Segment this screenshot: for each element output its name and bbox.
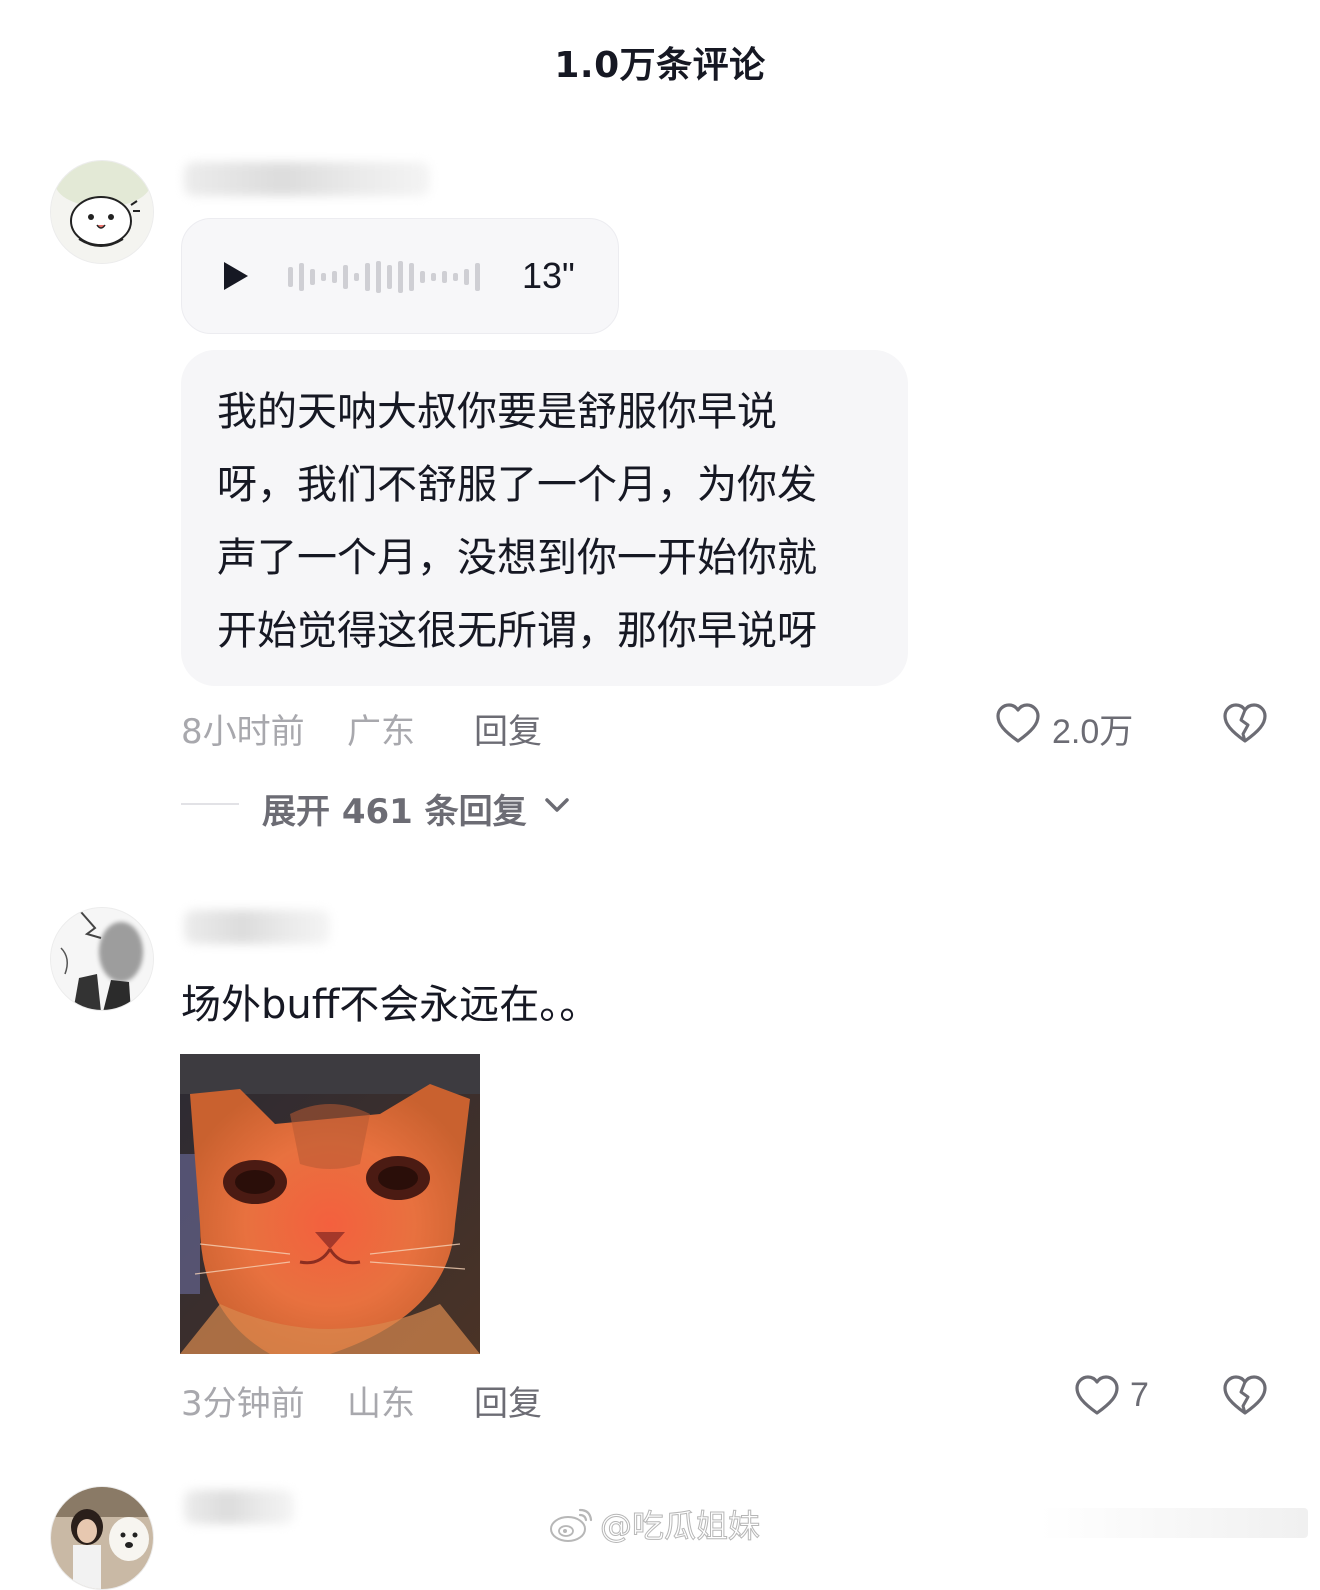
like-count: 2.0万 — [1052, 713, 1134, 751]
avatar-photo-image — [51, 1487, 153, 1589]
comment-text-line: 声了一个月，没想到你一开始你就 — [217, 535, 817, 581]
comment-text-line: 我的天呐大叔你要是舒服你早说 — [217, 389, 777, 435]
cat-meme-image[interactable] — [180, 1054, 480, 1354]
chevron-down-icon[interactable] — [542, 792, 572, 818]
reply-button[interactable]: 回复 — [474, 704, 542, 753]
heart-icon[interactable] — [1073, 1372, 1121, 1420]
waveform-icon — [288, 261, 480, 293]
comments-count-title: 1.0万条评论 — [554, 45, 766, 86]
watermark: @吃瓜姐妹 — [548, 1504, 761, 1546]
weibo-logo-icon — [550, 1508, 593, 1542]
comment-text-line: 开始觉得这很无所谓，那你早说呀 — [217, 608, 817, 654]
voice-duration: 13" — [522, 255, 575, 296]
avatar-cartoon-image — [51, 161, 153, 263]
cat-meme-picture — [180, 1054, 480, 1354]
comment-time: 3分钟前 — [181, 1384, 305, 1424]
expand-replies-button[interactable]: 展开 461 条回复 — [262, 784, 527, 833]
broken-heart-icon[interactable] — [1221, 1372, 1269, 1420]
avatar[interactable] — [50, 1486, 154, 1590]
divider — [181, 803, 239, 805]
like-count: 7 — [1130, 1376, 1149, 1414]
avatar[interactable] — [50, 907, 154, 1011]
bottom-bar-fragment — [1040, 1508, 1308, 1538]
blurred-username — [184, 1490, 294, 1524]
play-icon[interactable] — [220, 260, 252, 292]
comment-text-bubble: 我的天呐大叔你要是舒服你早说 呀，我们不舒服了一个月，为你发 声了一个月，没想到… — [181, 350, 908, 686]
blurred-username — [184, 910, 330, 944]
comment-text: 场外buff不会永远在。。 — [181, 982, 600, 1028]
voice-message[interactable]: 13" — [181, 218, 619, 334]
blurred-username — [184, 162, 430, 196]
broken-heart-icon[interactable] — [1221, 700, 1269, 748]
comment-location: 山东 — [347, 1384, 415, 1424]
avatar[interactable] — [50, 160, 154, 264]
watermark-text: @吃瓜姐妹 — [599, 1507, 761, 1546]
comment-location: 广东 — [347, 712, 415, 752]
avatar-sketch-image — [51, 908, 153, 1010]
reply-button[interactable]: 回复 — [474, 1376, 542, 1425]
comment-text-line: 呀，我们不舒服了一个月，为你发 — [217, 462, 817, 508]
comment-time: 8小时前 — [181, 712, 305, 752]
heart-icon[interactable] — [994, 700, 1042, 748]
